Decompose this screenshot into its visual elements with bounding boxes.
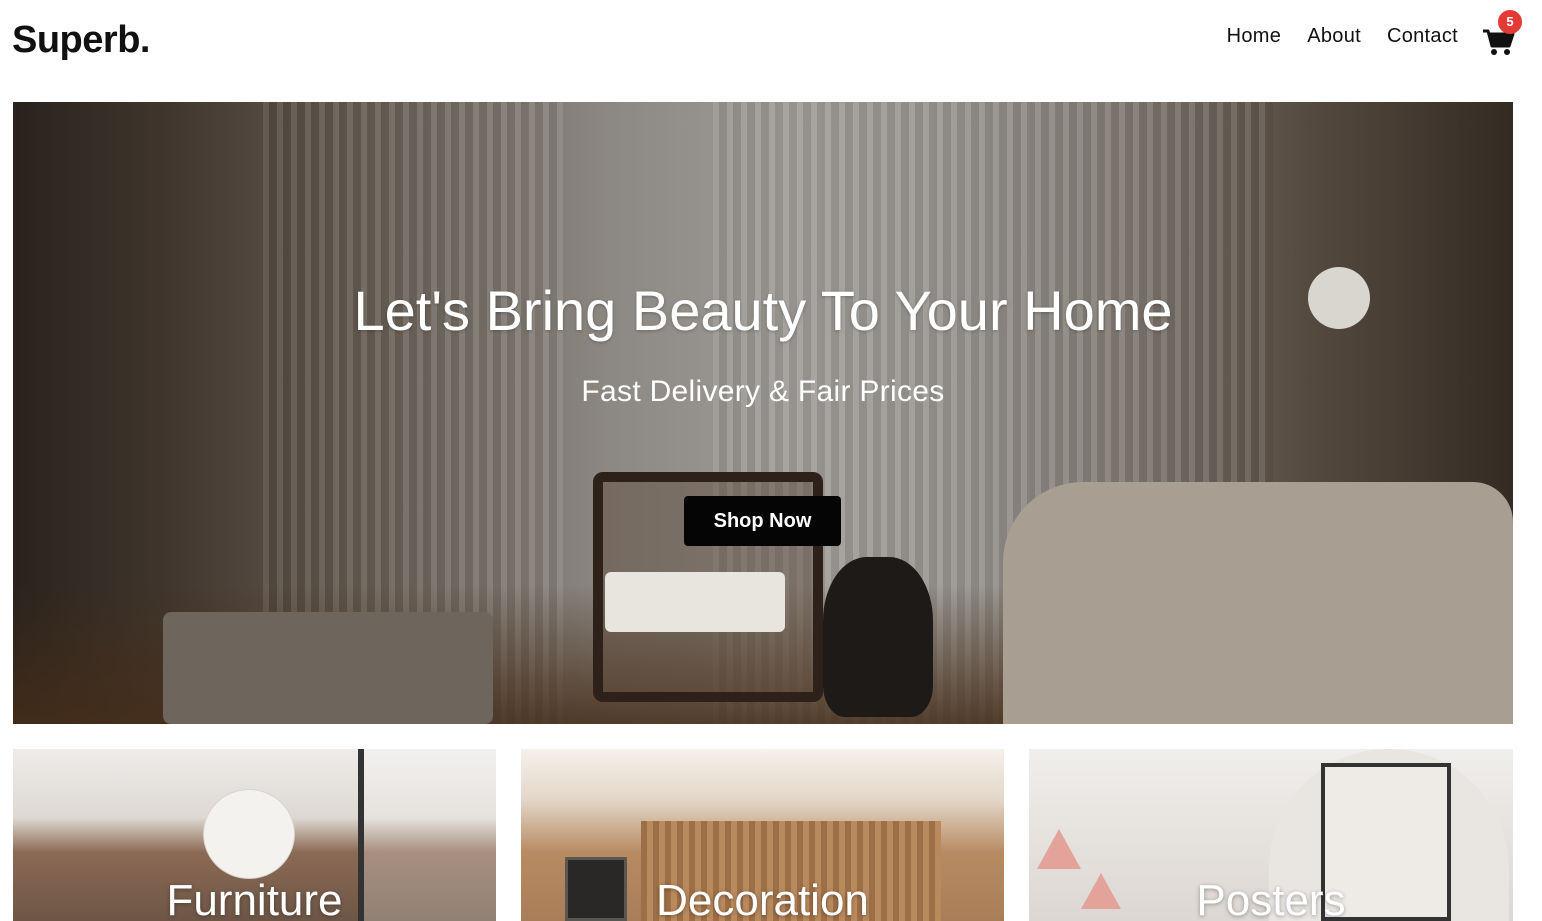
cart-button[interactable]: 5	[1482, 10, 1522, 56]
category-card-decoration[interactable]: Decoration	[521, 749, 1004, 921]
category-title-furniture: Furniture	[166, 876, 343, 921]
hero-banner: Let's Bring Beauty To Your Home Fast Del…	[13, 102, 1513, 724]
category-title-decoration: Decoration	[656, 876, 869, 921]
category-title-posters: Posters	[1196, 876, 1346, 921]
nav-link-about[interactable]: About	[1307, 22, 1361, 50]
hero-content: Let's Bring Beauty To Your Home Fast Del…	[13, 102, 1513, 724]
pendant-light-pink-image	[1037, 829, 1081, 869]
shop-now-button[interactable]: Shop Now	[684, 496, 841, 546]
navbar: Superb. Home About Contact 5	[0, 0, 1542, 84]
cart-count-badge: 5	[1498, 10, 1522, 34]
nav-link-contact[interactable]: Contact	[1387, 22, 1458, 50]
main-nav: Home About Contact	[1227, 22, 1458, 50]
nav-link-home[interactable]: Home	[1227, 22, 1282, 50]
category-card-furniture[interactable]: Furniture	[13, 749, 496, 921]
hero-subtitle: Fast Delivery & Fair Prices	[581, 375, 945, 408]
pendant-lamp-image	[203, 789, 295, 879]
hero-title: Let's Bring Beauty To Your Home	[353, 279, 1173, 342]
site-logo[interactable]: Superb.	[12, 18, 150, 62]
category-card-posters[interactable]: Posters	[1029, 749, 1513, 921]
